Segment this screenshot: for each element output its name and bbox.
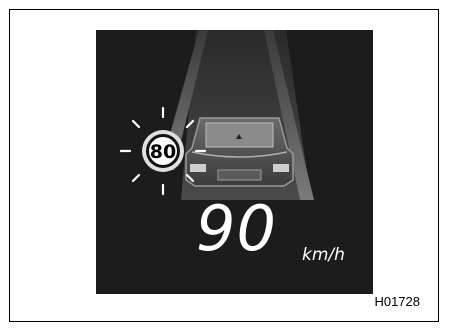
figure-code: H01728 xyxy=(374,294,420,309)
speed-limit-sign-icon: 80 xyxy=(142,130,184,172)
speed-unit: km/h xyxy=(302,245,345,265)
current-speed: 90 xyxy=(196,192,277,265)
speed-limit-value: 80 xyxy=(150,141,176,163)
figure-frame: 80 90 km/h H01728 xyxy=(9,9,439,322)
head-up-display: 80 90 km/h xyxy=(96,30,373,294)
